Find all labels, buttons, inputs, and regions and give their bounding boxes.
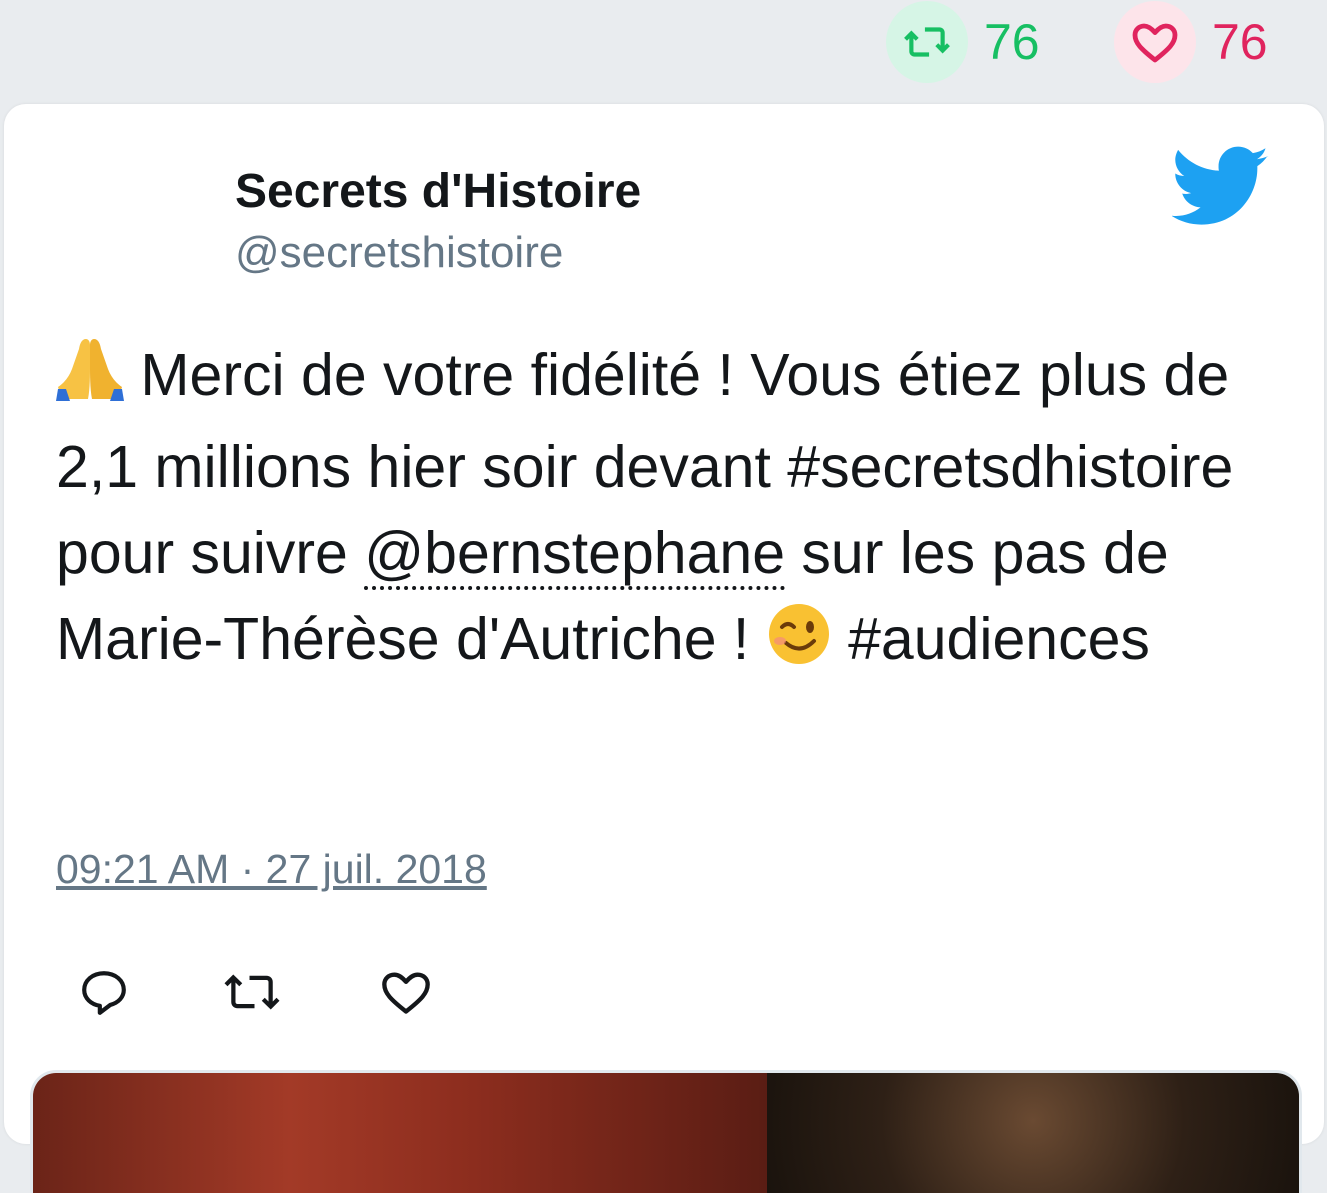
twitter-bird-icon[interactable] [1172, 146, 1270, 228]
like-icon[interactable] [1114, 1, 1196, 83]
media-image-right[interactable] [767, 1073, 1299, 1193]
media-image-left[interactable] [33, 1073, 767, 1193]
folded-hands-emoji [56, 335, 124, 424]
tweet-timestamp[interactable]: 09:21 AM · 27 juil. 2018 [56, 846, 487, 893]
mention-link[interactable]: @bernstephane [364, 520, 786, 590]
retweet-icon[interactable] [886, 1, 968, 83]
tweet-media[interactable] [30, 1070, 1302, 1193]
like-stat[interactable]: 76 [1114, 0, 1268, 84]
tweet-text-part-3: #audiences [831, 606, 1150, 672]
retweet-count: 76 [984, 14, 1040, 70]
like-count: 76 [1212, 14, 1268, 70]
tweet-text: Merci de votre fidélité ! Vous étiez plu… [56, 332, 1236, 688]
winking-face-emoji [766, 602, 832, 688]
author-handle[interactable]: @secretshistoire [235, 228, 563, 278]
retweet-stat[interactable]: 76 [886, 0, 1040, 84]
retweet-button[interactable] [222, 962, 282, 1022]
like-icon [382, 972, 430, 1014]
reply-icon [82, 971, 126, 1015]
author-name[interactable]: Secrets d'Histoire [235, 164, 641, 219]
like-button[interactable] [376, 962, 436, 1022]
tweet-card: Secrets d'Histoire @secretshistoire Merc… [4, 104, 1324, 1193]
engagement-stats-bar: 76 76 [0, 0, 1327, 104]
retweet-icon [224, 974, 280, 1010]
reply-button[interactable] [74, 962, 134, 1022]
